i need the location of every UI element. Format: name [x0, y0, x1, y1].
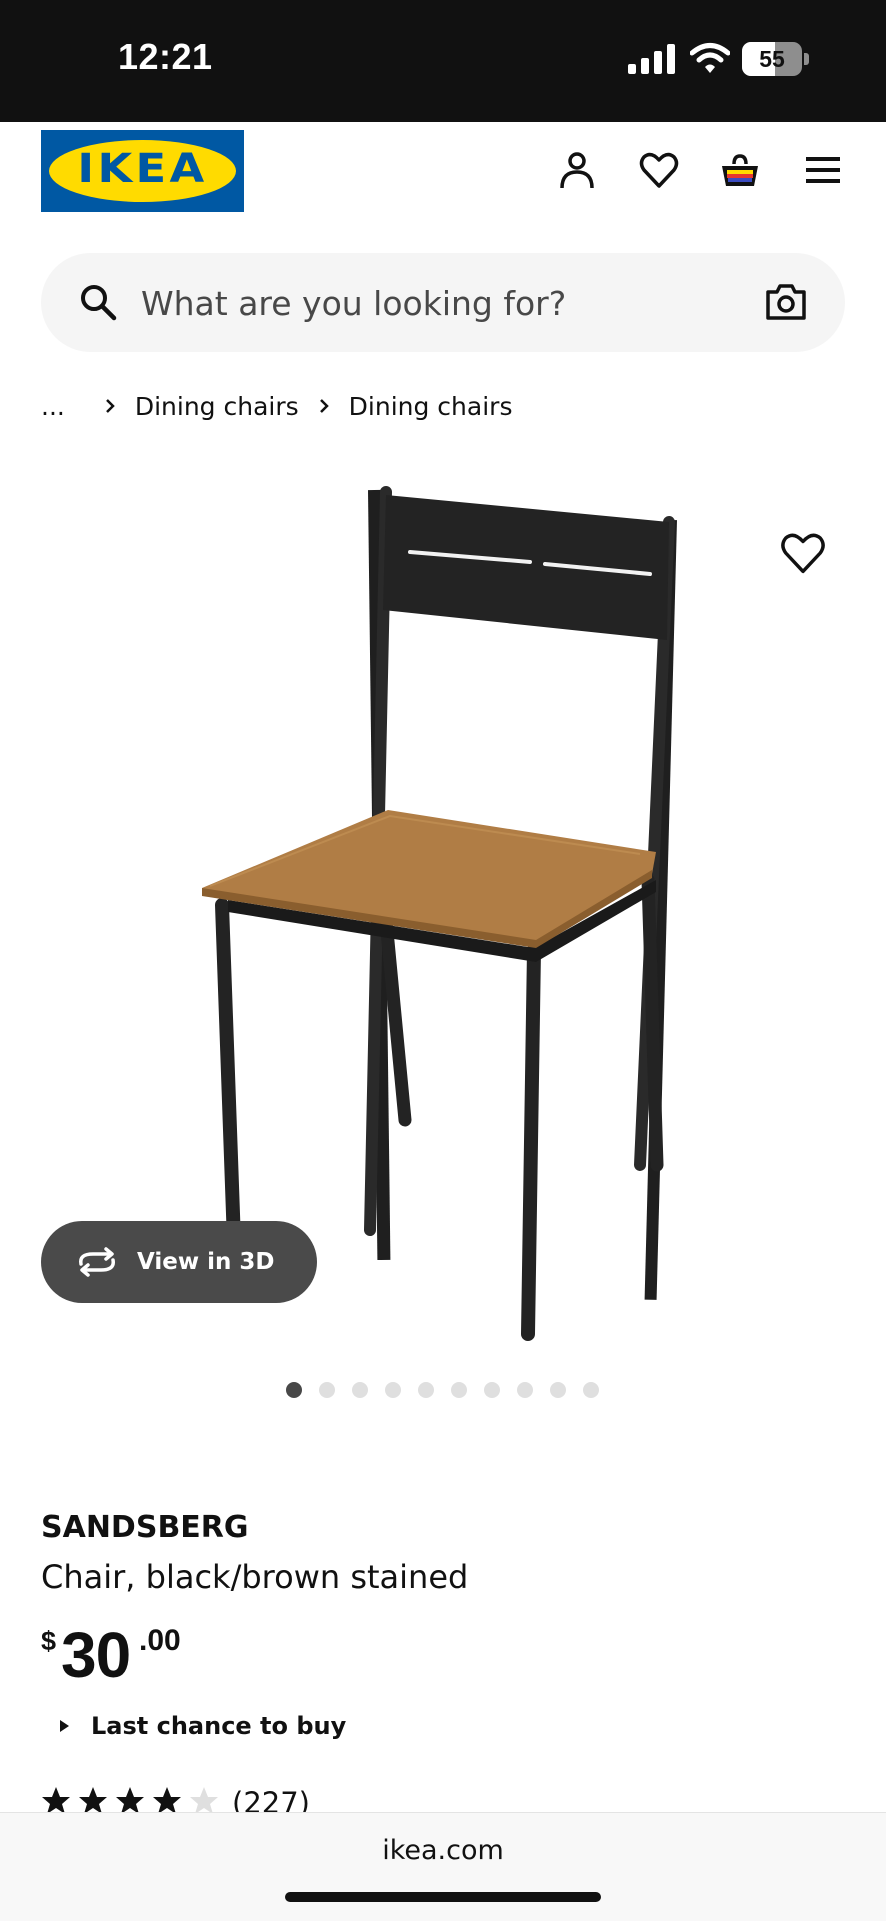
- gallery-dot[interactable]: [286, 1382, 302, 1398]
- price-currency: $: [41, 1626, 57, 1656]
- star-empty-icon: [190, 1787, 218, 1812]
- breadcrumb-item-dining-chairs[interactable]: Dining chairs: [135, 392, 299, 421]
- chevron-right-icon: [99, 395, 121, 417]
- camera-icon[interactable]: [765, 283, 807, 321]
- shopping-basket-icon[interactable]: [720, 150, 760, 190]
- gallery-dot[interactable]: [319, 1382, 335, 1398]
- favorites-heart-icon[interactable]: [639, 150, 679, 190]
- status-bar: 12:21 55: [0, 0, 886, 122]
- gallery-dot[interactable]: [418, 1382, 434, 1398]
- price-integer: 30: [61, 1619, 131, 1691]
- star-filled-icon: [153, 1787, 181, 1812]
- status-time: 12:21: [118, 36, 213, 77]
- cellular-signal-icon: [628, 44, 676, 74]
- profile-icon[interactable]: [557, 150, 597, 190]
- gallery-pagination-dots: [286, 1382, 599, 1398]
- star-filled-icon: [42, 1787, 70, 1812]
- product-description: Chair, black/brown stained: [41, 1558, 469, 1596]
- breadcrumb-item-dining-chairs-current[interactable]: Dining chairs: [349, 392, 513, 421]
- gallery-dot[interactable]: [583, 1382, 599, 1398]
- wifi-icon: [689, 42, 731, 74]
- search-icon[interactable]: [79, 283, 117, 321]
- hamburger-menu-icon[interactable]: [804, 150, 844, 190]
- star-filled-icon: [79, 1787, 107, 1812]
- search-input[interactable]: [139, 277, 703, 329]
- gallery-dot[interactable]: [517, 1382, 533, 1398]
- search-bar[interactable]: [41, 253, 845, 352]
- availability-label: Last chance to buy: [91, 1712, 347, 1740]
- ikea-logo[interactable]: IKEA: [41, 130, 244, 212]
- star-filled-icon: [116, 1787, 144, 1812]
- gallery-dot[interactable]: [352, 1382, 368, 1398]
- product-rating[interactable]: (227): [41, 1786, 310, 1812]
- price-decimal: .00: [139, 1624, 181, 1657]
- gallery-dot[interactable]: [550, 1382, 566, 1398]
- logo-text: IKEA: [77, 146, 208, 192]
- breadcrumb-ellipsis[interactable]: ...: [41, 392, 65, 421]
- add-to-favorites-heart-icon[interactable]: [780, 530, 826, 576]
- view-in-3d-button[interactable]: View in 3D: [41, 1221, 317, 1303]
- product-name: SANDSBERG: [41, 1510, 249, 1545]
- view-in-3d-label: View in 3D: [137, 1249, 275, 1275]
- availability-disclosure[interactable]: Last chance to buy: [60, 1712, 346, 1740]
- url-text: ikea.com: [382, 1835, 504, 1866]
- browser-url-bar[interactable]: ikea.com: [0, 1812, 886, 1921]
- disclosure-triangle-icon: [60, 1720, 69, 1732]
- gallery-dot[interactable]: [484, 1382, 500, 1398]
- breadcrumb: ... Dining chairs Dining chairs: [41, 386, 512, 426]
- rating-count: (227): [232, 1786, 310, 1812]
- battery-icon: 55: [742, 42, 810, 76]
- rotate-3d-icon: [79, 1247, 115, 1277]
- home-indicator[interactable]: [285, 1892, 601, 1902]
- gallery-dot[interactable]: [451, 1382, 467, 1398]
- chevron-right-icon: [313, 395, 335, 417]
- battery-level: 55: [759, 46, 785, 72]
- gallery-dot[interactable]: [385, 1382, 401, 1398]
